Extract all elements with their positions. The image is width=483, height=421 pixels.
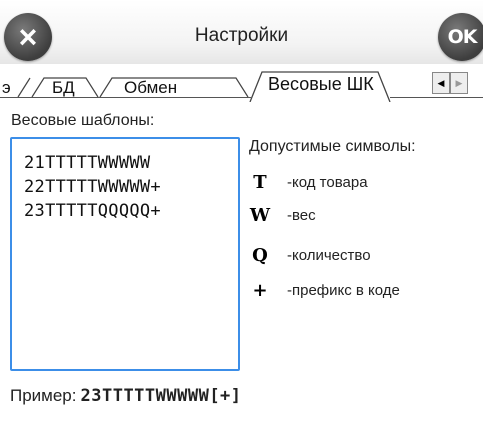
ok-button[interactable]: OK	[438, 13, 483, 61]
tab-db[interactable]: БД	[52, 78, 75, 98]
symbol-t: T	[253, 172, 267, 193]
symbol-plus: +	[252, 280, 268, 301]
symbol-w: W	[249, 205, 271, 226]
ok-label: OK	[447, 26, 478, 48]
allowed-symbols-title: Допустимые символы:	[249, 138, 416, 155]
arrow-left-icon: ◀	[437, 77, 445, 88]
tab-bar: э БД Обмен Весовые ШК ◀ ▶	[0, 64, 483, 102]
templates-textarea[interactable]: 21TTTTTWWWWW 22TTTTTWWWWW+ 23TTTTTQQQQQ+	[10, 137, 240, 371]
symbol-q: Q	[252, 245, 268, 266]
symbol-desc: -код товара	[287, 174, 368, 191]
symbol-desc: -количество	[287, 247, 371, 264]
template-line: 22TTTTTWWWWW+	[24, 177, 161, 197]
templates-label: Весовые шаблоны:	[11, 112, 155, 129]
title-bar: × Настройки OK	[0, 0, 483, 64]
template-line: 23TTTTTQQQQQ+	[24, 201, 161, 221]
symbol-desc: -вес	[287, 207, 316, 224]
tab-partial[interactable]: э	[2, 78, 11, 98]
tab-weight-barcodes[interactable]: Весовые ШК	[268, 74, 374, 95]
arrow-right-icon: ▶	[455, 77, 463, 88]
example-label: Пример:	[10, 386, 77, 405]
example-value: 23TTTTTWWWWW[+]	[80, 386, 242, 406]
symbol-desc: -префикс в коде	[287, 282, 400, 299]
page-title: Настройки	[194, 25, 289, 46]
tab-scroll-right-button[interactable]: ▶	[450, 72, 468, 94]
example-line: Пример: 23TTTTTWWWWW[+]	[10, 386, 242, 406]
tab-exchange[interactable]: Обмен	[124, 78, 177, 98]
tab-scroll-left-button[interactable]: ◀	[432, 72, 450, 94]
template-line: 21TTTTTWWWWW	[24, 153, 151, 173]
